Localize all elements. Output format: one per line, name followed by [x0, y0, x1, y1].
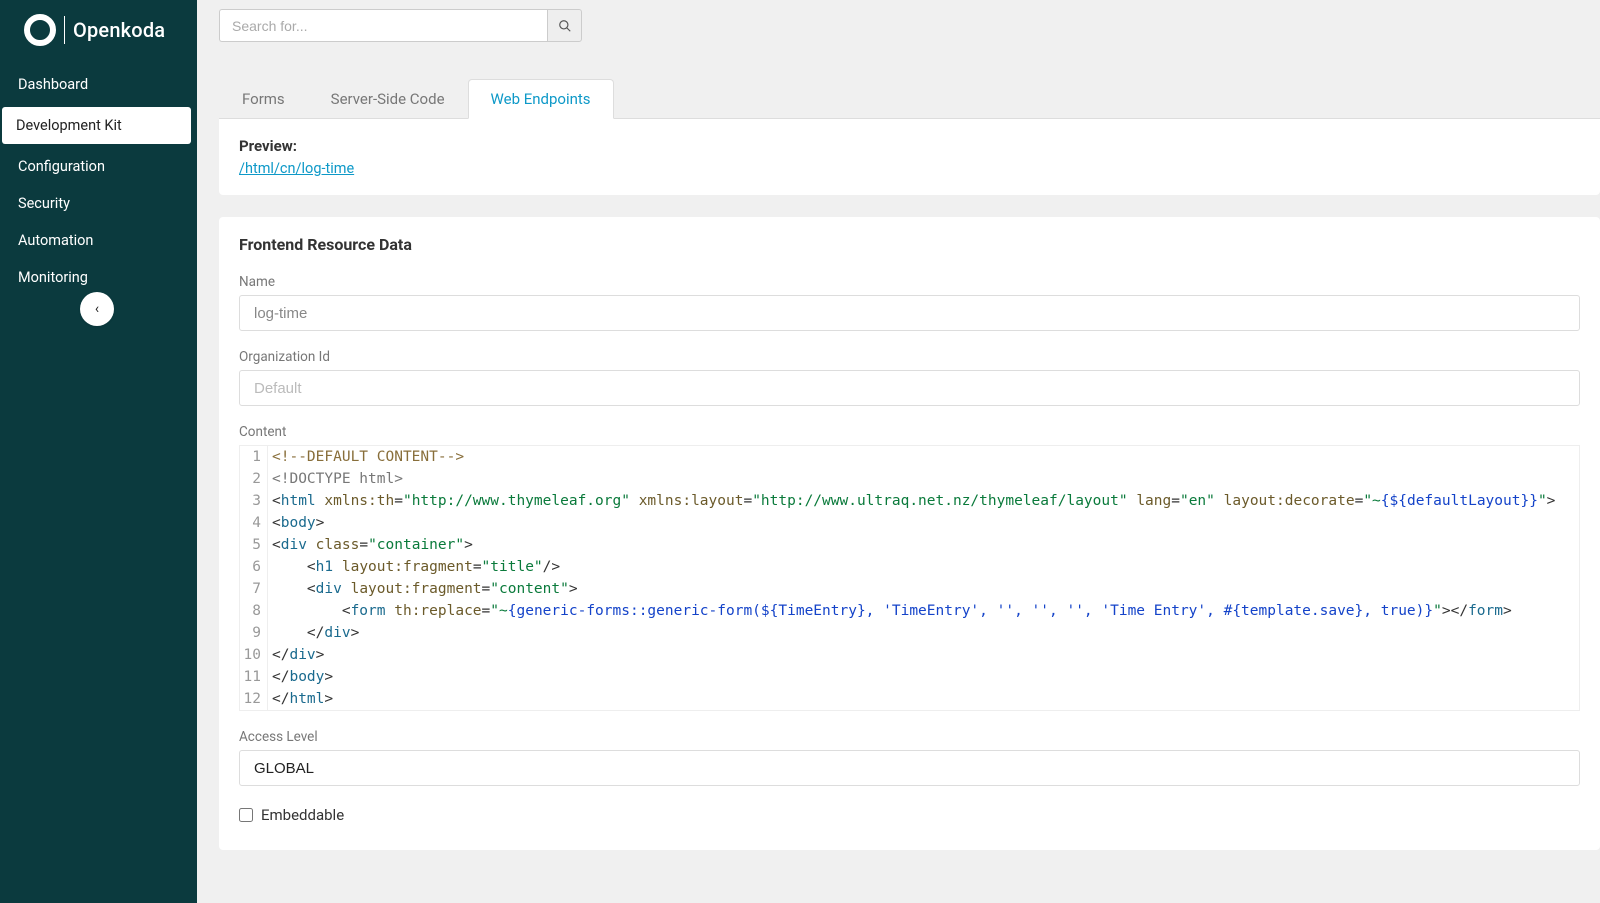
logo-divider — [64, 16, 65, 44]
code-line[interactable]: 7 <div layout:fragment="content"> — [240, 578, 1579, 600]
line-number: 1 — [240, 446, 268, 468]
preview-label: Preview: — [239, 137, 1580, 155]
access-label: Access Level — [239, 729, 1580, 745]
code-content[interactable]: </div> — [268, 622, 359, 644]
code-content[interactable]: <!--DEFAULT CONTENT--> — [268, 446, 464, 468]
line-number: 10 — [240, 644, 268, 666]
sidebar-item-monitoring[interactable]: Monitoring — [0, 259, 197, 296]
sidebar-item-development-kit[interactable]: Development Kit — [2, 107, 191, 144]
line-number: 7 — [240, 578, 268, 600]
code-content[interactable]: <body> — [268, 512, 324, 534]
code-content[interactable]: <div class="container"> — [268, 534, 473, 556]
code-line[interactable]: 9 </div> — [240, 622, 1579, 644]
chevron-left-icon: ‹ — [95, 301, 99, 317]
line-number: 5 — [240, 534, 268, 556]
line-number: 3 — [240, 490, 268, 512]
code-content[interactable]: <div layout:fragment="content"> — [268, 578, 578, 600]
sidebar-item-security[interactable]: Security — [0, 185, 197, 222]
search-input[interactable] — [219, 9, 547, 42]
line-number: 6 — [240, 556, 268, 578]
sidebar: Openkoda Dashboard Development Kit Configu… — [0, 0, 197, 903]
sidebar-nav: Dashboard Development Kit ConfigurationSec… — [0, 60, 197, 296]
code-line[interactable]: 3<html xmlns:th="http://www.thymeleaf.or… — [240, 490, 1579, 512]
code-content[interactable]: <h1 layout:fragment="title"/> — [268, 556, 560, 578]
line-number: 8 — [240, 600, 268, 622]
code-line[interactable]: 2<!DOCTYPE html> — [240, 468, 1579, 490]
sidebar-item-dashboard[interactable]: Dashboard — [0, 66, 197, 103]
brand-logo[interactable]: Openkoda — [0, 0, 197, 60]
content-label: Content — [239, 424, 1580, 440]
code-line[interactable]: 6 <h1 layout:fragment="title"/> — [240, 556, 1579, 578]
line-number: 12 — [240, 688, 268, 710]
name-input[interactable] — [239, 295, 1580, 331]
preview-link[interactable]: /html/cn/log-time — [239, 160, 1580, 177]
code-content[interactable]: </body> — [268, 666, 333, 688]
code-line[interactable]: 1<!--DEFAULT CONTENT--> — [240, 446, 1579, 468]
content-editor[interactable]: 1<!--DEFAULT CONTENT-->2<!DOCTYPE html>3… — [239, 445, 1580, 711]
sidebar-item-configuration[interactable]: Configuration — [0, 148, 197, 185]
code-line[interactable]: 5<div class="container"> — [240, 534, 1579, 556]
name-label: Name — [239, 274, 1580, 290]
embeddable-label[interactable]: Embeddable — [261, 806, 344, 824]
brand-name: Openkoda — [73, 18, 165, 42]
line-number: 9 — [240, 622, 268, 644]
code-line[interactable]: 4<body> — [240, 512, 1579, 534]
tab-forms[interactable]: Forms — [219, 79, 308, 118]
code-line[interactable]: 11</body> — [240, 666, 1579, 688]
line-number: 2 — [240, 468, 268, 490]
code-content[interactable]: <form th:replace="~{generic-forms::gener… — [268, 600, 1512, 622]
code-line[interactable]: 10</div> — [240, 644, 1579, 666]
sidebar-item-automation[interactable]: Automation — [0, 222, 197, 259]
embeddable-checkbox[interactable] — [239, 808, 253, 822]
code-content[interactable]: </html> — [268, 688, 333, 710]
logo-icon — [24, 14, 56, 46]
line-number: 4 — [240, 512, 268, 534]
preview-panel: Preview: /html/cn/log-time — [219, 119, 1600, 195]
code-content[interactable]: <html xmlns:th="http://www.thymeleaf.org… — [268, 490, 1555, 512]
tab-server-side-code[interactable]: Server-Side Code — [308, 79, 468, 118]
search-row — [197, 0, 1600, 42]
collapse-sidebar-button[interactable]: ‹ — [80, 292, 114, 326]
org-label: Organization Id — [239, 349, 1580, 365]
access-select[interactable] — [239, 750, 1580, 786]
org-input[interactable] — [239, 370, 1580, 406]
tab-web-endpoints[interactable]: Web Endpoints — [468, 79, 614, 119]
line-number: 11 — [240, 666, 268, 688]
code-content[interactable]: <!DOCTYPE html> — [268, 468, 403, 490]
code-content[interactable]: </div> — [268, 644, 324, 666]
form-panel: Frontend Resource Data Name Organization… — [219, 217, 1600, 850]
code-line[interactable]: 8 <form th:replace="~{generic-forms::gen… — [240, 600, 1579, 622]
main-content: FormsServer-Side CodeWeb Endpoints Previ… — [197, 0, 1600, 903]
code-line[interactable]: 12</html> — [240, 688, 1579, 710]
tabs: FormsServer-Side CodeWeb Endpoints — [219, 79, 1600, 119]
search-icon — [558, 19, 572, 33]
section-title: Frontend Resource Data — [239, 235, 1580, 254]
search-button[interactable] — [547, 9, 582, 42]
